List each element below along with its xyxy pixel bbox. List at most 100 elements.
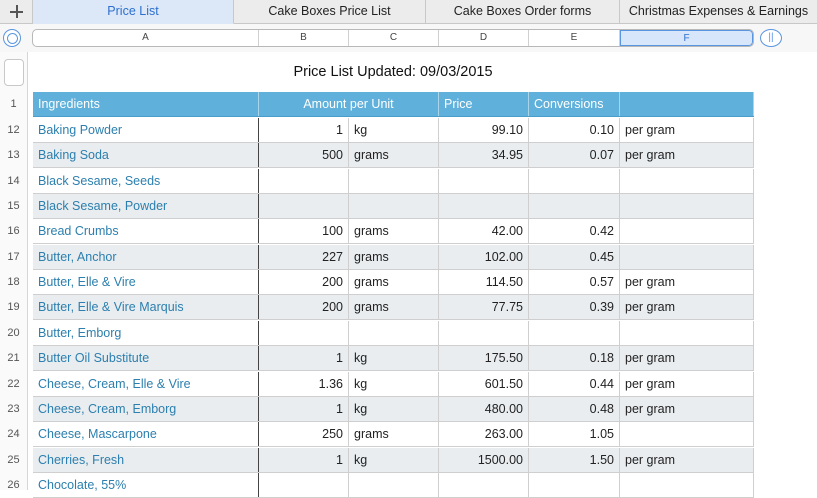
row-number[interactable]: 13 xyxy=(0,149,27,161)
row-number[interactable]: 17 xyxy=(0,251,27,263)
row-number[interactable]: 15 xyxy=(0,200,27,212)
amount-cell[interactable]: 100 xyxy=(259,219,349,244)
unit-cell[interactable] xyxy=(349,194,439,219)
amount-cell[interactable]: 200 xyxy=(259,270,349,295)
amount-cell[interactable]: 227 xyxy=(259,244,349,269)
row-number[interactable]: 18 xyxy=(0,276,27,288)
row-number[interactable]: 12 xyxy=(0,124,27,136)
freeze-columns-icon[interactable]: || xyxy=(760,29,782,47)
conversion-cell[interactable]: 1.50 xyxy=(529,447,620,472)
per-unit-cell[interactable] xyxy=(620,168,754,193)
unit-cell[interactable] xyxy=(349,168,439,193)
ingredient-cell[interactable]: Cheese, Cream, Emborg xyxy=(33,396,259,421)
per-unit-cell[interactable] xyxy=(620,472,754,497)
column-header-e[interactable]: E xyxy=(529,30,620,46)
conversion-cell[interactable]: 0.18 xyxy=(529,346,620,371)
ingredient-cell[interactable]: Butter, Elle & Vire Marquis xyxy=(33,295,259,320)
amount-cell[interactable]: 1.36 xyxy=(259,371,349,396)
ingredient-cell[interactable]: Black Sesame, Powder xyxy=(33,194,259,219)
conversion-cell[interactable]: 0.42 xyxy=(529,219,620,244)
unit-cell[interactable]: kg xyxy=(349,118,439,142)
tab-cake-boxes-price-list[interactable]: Cake Boxes Price List xyxy=(234,0,426,24)
price-cell[interactable]: 114.50 xyxy=(439,270,529,295)
price-cell[interactable]: 77.75 xyxy=(439,295,529,320)
plus-icon[interactable] xyxy=(0,0,33,24)
row-number[interactable]: 14 xyxy=(0,175,27,187)
column-header-f[interactable]: F xyxy=(620,30,753,46)
ingredient-cell[interactable]: Black Sesame, Seeds xyxy=(33,168,259,193)
row-number[interactable]: 24 xyxy=(0,428,27,440)
tab-christmas-expenses[interactable]: Christmas Expenses & Earnings xyxy=(620,0,817,24)
ingredient-cell[interactable]: Butter Oil Substitute xyxy=(33,346,259,371)
conversion-cell[interactable]: 0.44 xyxy=(529,371,620,396)
row-number[interactable]: 1 xyxy=(0,98,27,110)
amount-cell[interactable]: 1 xyxy=(259,346,349,371)
price-cell[interactable]: 1500.00 xyxy=(439,447,529,472)
per-unit-cell[interactable] xyxy=(620,219,754,244)
price-cell[interactable]: 480.00 xyxy=(439,396,529,421)
ingredient-cell[interactable]: Butter, Anchor xyxy=(33,244,259,269)
tab-price-list[interactable]: Price List xyxy=(33,0,234,24)
column-header-d[interactable]: D xyxy=(439,30,529,46)
per-unit-cell[interactable]: per gram xyxy=(620,295,754,320)
ingredient-cell[interactable]: Cheese, Mascarpone xyxy=(33,422,259,447)
per-unit-cell[interactable]: per gram xyxy=(620,346,754,371)
column-header-a[interactable]: A xyxy=(33,30,259,46)
ingredient-cell[interactable]: Baking Soda xyxy=(33,143,259,168)
price-cell[interactable] xyxy=(439,320,529,345)
header-ingredients[interactable]: Ingredients xyxy=(33,92,259,116)
per-unit-cell[interactable] xyxy=(620,244,754,269)
amount-cell[interactable]: 1 xyxy=(259,447,349,472)
price-cell[interactable]: 34.95 xyxy=(439,143,529,168)
price-cell[interactable]: 175.50 xyxy=(439,346,529,371)
conversion-cell[interactable]: 0.39 xyxy=(529,295,620,320)
row-number[interactable]: 16 xyxy=(0,225,27,237)
conversion-cell[interactable] xyxy=(529,320,620,345)
amount-cell[interactable]: 200 xyxy=(259,295,349,320)
price-cell[interactable]: 263.00 xyxy=(439,422,529,447)
per-unit-cell[interactable]: per gram xyxy=(620,371,754,396)
amount-cell[interactable] xyxy=(259,320,349,345)
per-unit-cell[interactable] xyxy=(620,194,754,219)
row-number[interactable]: 26 xyxy=(0,479,27,491)
unit-cell[interactable]: kg xyxy=(349,346,439,371)
amount-cell[interactable] xyxy=(259,472,349,497)
conversion-cell[interactable]: 0.45 xyxy=(529,244,620,269)
conversion-cell[interactable] xyxy=(529,194,620,219)
amount-cell[interactable] xyxy=(259,194,349,219)
column-header-c[interactable]: C xyxy=(349,30,439,46)
ingredient-cell[interactable]: Bread Crumbs xyxy=(33,219,259,244)
header-empty[interactable] xyxy=(620,92,754,116)
unit-cell[interactable] xyxy=(349,472,439,497)
select-all-icon[interactable] xyxy=(3,29,21,47)
unit-cell[interactable]: kg xyxy=(349,371,439,396)
conversion-cell[interactable]: 0.07 xyxy=(529,143,620,168)
column-header-b[interactable]: B xyxy=(259,30,349,46)
per-unit-cell[interactable] xyxy=(620,422,754,447)
conversion-cell[interactable] xyxy=(529,168,620,193)
unit-cell[interactable]: grams xyxy=(349,295,439,320)
per-unit-cell[interactable]: per gram xyxy=(620,118,754,142)
amount-cell[interactable]: 250 xyxy=(259,422,349,447)
amount-cell[interactable]: 500 xyxy=(259,143,349,168)
row-number[interactable]: 22 xyxy=(0,378,27,390)
unit-cell[interactable] xyxy=(349,320,439,345)
price-cell[interactable]: 42.00 xyxy=(439,219,529,244)
amount-cell[interactable]: 1 xyxy=(259,118,349,142)
price-cell[interactable]: 102.00 xyxy=(439,244,529,269)
amount-cell[interactable]: 1 xyxy=(259,396,349,421)
price-cell[interactable]: 99.10 xyxy=(439,118,529,142)
ingredient-cell[interactable]: Butter, Emborg xyxy=(33,320,259,345)
price-cell[interactable] xyxy=(439,194,529,219)
unit-cell[interactable]: grams xyxy=(349,244,439,269)
conversion-cell[interactable]: 0.10 xyxy=(529,118,620,142)
price-cell[interactable] xyxy=(439,472,529,497)
ingredient-cell[interactable]: Cheese, Cream, Elle & Vire xyxy=(33,371,259,396)
per-unit-cell[interactable] xyxy=(620,320,754,345)
conversion-cell[interactable]: 1.05 xyxy=(529,422,620,447)
price-cell[interactable]: 601.50 xyxy=(439,371,529,396)
conversion-cell[interactable] xyxy=(529,472,620,497)
row-number[interactable]: 25 xyxy=(0,454,27,466)
amount-cell[interactable] xyxy=(259,168,349,193)
unit-cell[interactable]: grams xyxy=(349,422,439,447)
